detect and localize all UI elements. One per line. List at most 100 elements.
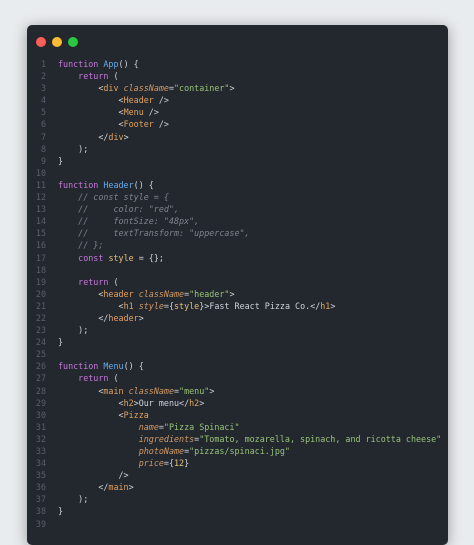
line-number: 28 [35,385,46,396]
code-line: 14 // fontSize: "48px", [27,215,448,227]
line-number: 13 [35,204,46,215]
code-token: > [123,131,129,142]
line-number: 2 [40,71,46,82]
code-token: < [58,95,124,106]
line-number: 17 [35,252,46,263]
line-number: 18 [35,264,46,275]
line-number: 25 [35,349,46,360]
code-token: < [58,385,104,396]
code-line: 29 <h2>Our menu</h2> [27,397,448,409]
code-token: }>Fast React Pizza Co.</ [199,300,321,311]
code-token: // }; [58,240,104,251]
line-number: 6 [40,119,46,130]
code-token: >Our menu</ [133,397,190,408]
code-token: /> [153,119,169,130]
code-line: 9} [27,155,448,167]
code-line: 33 photoName="pizzas/spinaci.jpg" [27,445,448,457]
code-line: 12 // const style = { [27,191,448,203]
code-text: // color: "red", [58,203,179,215]
code-text: <Menu /> [58,106,159,118]
line-number: 10 [35,167,46,178]
code-token: < [58,83,104,94]
code-token: < [58,300,124,311]
code-text: } [58,155,63,167]
code-line: 4 <Header /> [27,94,448,106]
code-text: <h1 style={style}>Fast React Pizza Co.</… [58,300,336,312]
line-number: 20 [35,288,46,299]
code-line: 28 <main className="menu"> [27,385,448,397]
line-number: 27 [35,373,46,384]
code-text: } [58,505,63,517]
code-line: 34 price={12} [27,457,448,469]
code-token: ={ [163,458,174,469]
code-token: return [78,71,109,82]
code-text: name="Pizza Spinaci" [58,421,240,433]
code-line: 19 return ( [27,276,448,288]
code-text: photoName="pizzas/spinaci.jpg" [58,445,290,457]
code-line: 6 <Footer /> [27,118,448,130]
code-token: return [78,373,109,384]
code-token: > [199,397,205,408]
code-token: Header [123,95,154,106]
code-line: 1 function App() { [27,58,448,70]
code-token: > [229,288,235,299]
code-token: ); [58,325,89,336]
code-text: return ( [58,372,118,384]
code-token: style [174,300,200,311]
code-text: <Pizza [58,409,149,421]
code-line: 36 </main> [27,481,448,493]
code-line: 27 return ( [27,372,448,384]
code-token: // fontSize: "48px", [58,216,200,227]
code-line: 15 // textTransform: "uppercase", [27,227,448,239]
code-token: < [58,119,124,130]
code-line: 38} [27,505,448,517]
code-token: Footer [123,119,154,130]
code-line: 26 function Menu() { [27,360,448,372]
code-line: 2 return ( [27,70,448,82]
code-token: } [58,506,64,517]
code-editor[interactable]: 1 function App() {2 return (3 <div classN… [27,58,448,530]
code-text: const style = {}; [58,252,164,264]
code-token: // const style = { [58,192,169,203]
code-line: 37 ); [27,493,448,505]
line-number: 22 [35,312,46,323]
close-dot-icon[interactable] [36,37,46,47]
code-token: Pizza [123,409,149,420]
code-token: h1 [320,300,331,311]
code-token: "Pizza Spinaci" [163,421,240,432]
code-token: function [58,179,104,190]
line-number: 3 [40,83,46,94]
code-token: </ [58,482,109,493]
code-text: ); [58,493,88,505]
code-text: ); [58,143,88,155]
code-token: < [58,409,124,420]
maximize-dot-icon[interactable] [68,37,78,47]
line-number: 21 [35,300,46,311]
code-line: 22 </header> [27,312,448,324]
code-token: ); [58,143,89,154]
code-line: 17 const style = {}; [27,252,448,264]
code-text: function App() { [58,58,139,70]
minimize-dot-icon[interactable] [52,37,62,47]
code-token: < [58,397,124,408]
code-token: header [103,288,134,299]
code-line: 20 <header className="header"> [27,288,448,300]
code-text: </main> [58,481,133,493]
code-token: } [58,337,64,348]
code-line: 23 ); [27,324,448,336]
line-number: 30 [35,409,46,420]
code-token: Menu [123,107,144,118]
code-text: // textTransform: "uppercase", [58,227,249,239]
code-token: name [138,421,159,432]
code-text: return ( [58,276,118,288]
code-token: "header" [189,288,230,299]
code-text: return ( [58,70,118,82]
code-text: <header className="header"> [58,288,235,300]
code-token: h2 [123,397,134,408]
code-line: 7 </div> [27,131,448,143]
